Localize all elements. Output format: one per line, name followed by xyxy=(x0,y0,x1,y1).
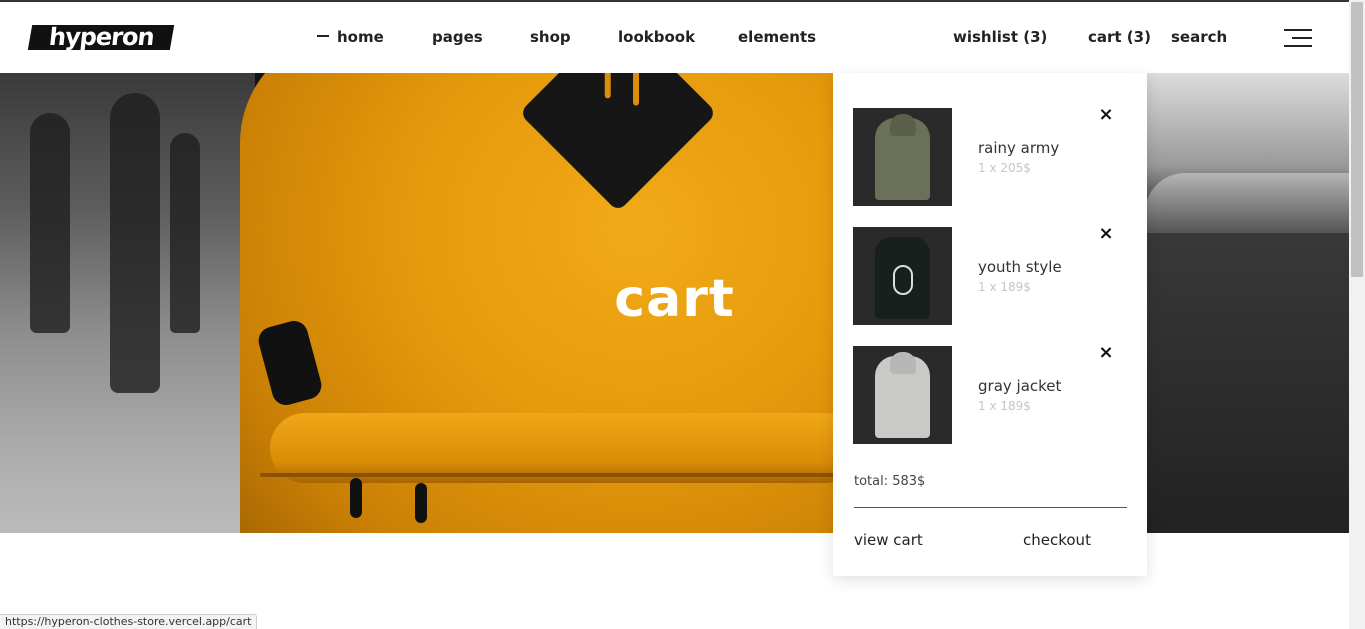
zipper-pull xyxy=(415,483,427,523)
nav-item-elements[interactable]: elements xyxy=(738,28,816,46)
nav-item-label: home xyxy=(337,28,384,46)
close-icon[interactable]: × xyxy=(1096,224,1116,244)
product-garment-hood xyxy=(890,114,916,136)
product-price: 1 x 205$ xyxy=(978,161,1031,175)
close-icon[interactable]: × xyxy=(1096,343,1116,363)
cart-dropdown: rainy army 1 x 205$ × youth style 1 x 18… xyxy=(833,73,1147,576)
nav-item-home[interactable]: home xyxy=(317,28,384,46)
backpack-seam xyxy=(260,473,860,477)
checkout-button[interactable]: checkout xyxy=(1023,531,1091,549)
product-print-graphic xyxy=(893,265,913,295)
cart-item: rainy army 1 x 205$ × xyxy=(853,105,1133,206)
product-price: 1 x 189$ xyxy=(978,399,1031,413)
hamburger-icon[interactable] xyxy=(1284,29,1312,47)
product-thumbnail[interactable] xyxy=(853,346,952,444)
product-name[interactable]: youth style xyxy=(978,258,1062,276)
product-name[interactable]: rainy army xyxy=(978,139,1059,157)
search-link[interactable]: search xyxy=(1171,28,1227,46)
hero-background-car-roof xyxy=(1145,173,1349,233)
brand-logo-text: hyperon xyxy=(47,22,155,51)
status-bar-url: https://hyperon-clothes-store.vercel.app… xyxy=(0,614,258,629)
nav-item-pages[interactable]: pages xyxy=(432,28,483,46)
view-cart-button[interactable]: view cart xyxy=(854,531,923,549)
cart-item: youth style 1 x 189$ × xyxy=(853,224,1133,325)
product-price: 1 x 189$ xyxy=(978,280,1031,294)
background-figure xyxy=(110,93,160,393)
close-icon[interactable]: × xyxy=(1096,105,1116,125)
cart-total: total: 583$ xyxy=(854,474,926,489)
patch-slot xyxy=(604,73,611,99)
zipper-pull xyxy=(350,478,362,518)
product-thumbnail[interactable] xyxy=(853,108,952,206)
cart-divider xyxy=(854,507,1127,508)
product-garment-hood xyxy=(890,352,916,374)
active-indicator-icon xyxy=(317,34,329,37)
nav-item-lookbook[interactable]: lookbook xyxy=(618,28,695,46)
site-header: hyperon home pages shop lookbook element… xyxy=(0,2,1349,73)
cart-link[interactable]: cart (3) xyxy=(1088,28,1151,46)
product-name[interactable]: gray jacket xyxy=(978,377,1061,395)
patch-slot xyxy=(633,73,640,106)
cart-item: gray jacket 1 x 189$ × xyxy=(853,343,1133,444)
wishlist-link[interactable]: wishlist (3) xyxy=(953,28,1047,46)
page-scrollbar-thumb[interactable] xyxy=(1351,2,1363,277)
nav-item-shop[interactable]: shop xyxy=(530,28,571,46)
product-thumbnail[interactable] xyxy=(853,227,952,325)
brand-logo[interactable]: hyperon xyxy=(27,22,175,51)
